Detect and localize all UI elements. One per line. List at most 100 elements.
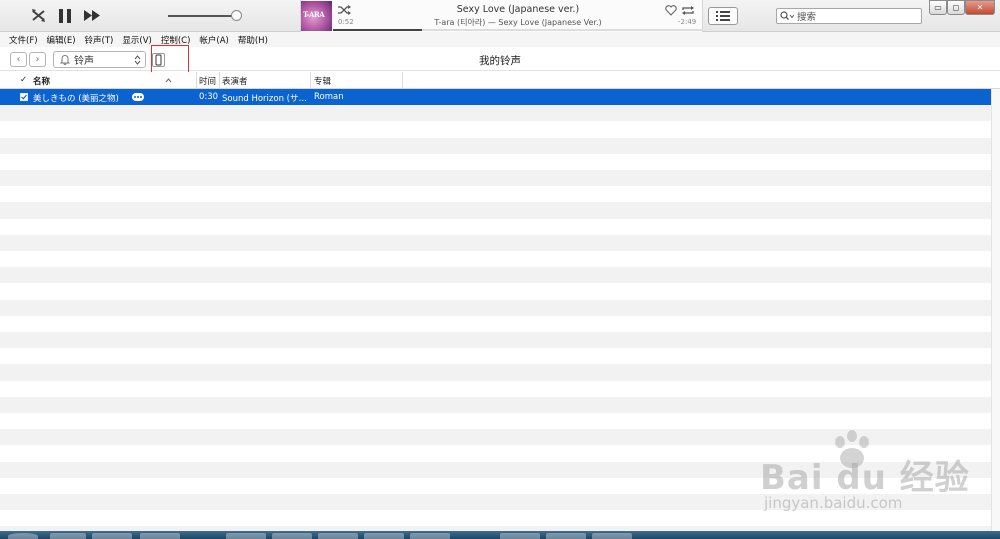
back-button[interactable]: ‹ xyxy=(10,52,27,67)
taskbar-app[interactable] xyxy=(592,533,632,539)
pause-icon xyxy=(58,8,71,23)
taskbar-app[interactable] xyxy=(50,533,86,539)
track-artist: Sound Horizon (サ… xyxy=(222,94,307,104)
elapsed-time: 0:52 xyxy=(338,18,354,26)
search-placeholder: 搜索 xyxy=(797,12,817,23)
column-time[interactable]: 时间 xyxy=(199,75,216,87)
menu-bar: 文件(F) 编辑(E) 铃声(T) 显示(V) 控制(C) 帐户(A) 帮助(H… xyxy=(0,32,1000,47)
empty-row xyxy=(0,396,991,413)
menu-view[interactable]: 显示(V) xyxy=(122,34,151,46)
taskbar-app[interactable] xyxy=(546,533,586,539)
empty-row xyxy=(0,105,991,122)
repeat-icon xyxy=(681,5,694,15)
track-time: 0:30 xyxy=(199,92,219,102)
empty-row xyxy=(0,137,991,154)
checkbox-checked-icon[interactable] xyxy=(20,93,28,101)
column-divider[interactable] xyxy=(402,72,403,88)
track-list[interactable] xyxy=(0,89,991,539)
media-kind-selector[interactable]: 铃声 xyxy=(53,51,146,68)
taskbar-app[interactable] xyxy=(92,533,132,539)
track-album: Roman xyxy=(314,92,344,102)
empty-row xyxy=(0,478,991,494)
column-divider[interactable] xyxy=(219,72,220,88)
empty-row xyxy=(0,348,991,364)
empty-row xyxy=(0,219,991,235)
more-options-icon[interactable] xyxy=(132,93,144,101)
column-divider[interactable] xyxy=(310,72,311,88)
empty-row xyxy=(0,429,991,446)
menu-help[interactable]: 帮助(H) xyxy=(238,34,268,46)
start-button[interactable] xyxy=(8,533,38,539)
sort-ascending-icon xyxy=(165,78,172,83)
menu-account[interactable]: 帐户(A) xyxy=(199,34,228,46)
fast-forward-icon xyxy=(83,10,100,21)
column-check[interactable]: ✓ xyxy=(20,75,27,85)
empty-row xyxy=(0,267,991,284)
empty-row xyxy=(0,234,991,251)
vertical-scrollbar[interactable] xyxy=(991,89,1000,531)
window-close-button[interactable]: ✕ xyxy=(965,0,995,15)
taskbar-app[interactable] xyxy=(226,533,266,539)
player-toolbar: T-ARA Sexy Love (Japanese ver.) T-ara (티… xyxy=(0,0,1000,32)
bell-icon xyxy=(60,55,70,65)
volume-knob[interactable] xyxy=(231,10,242,21)
love-button[interactable] xyxy=(664,4,677,16)
album-art-text: T-ARA xyxy=(303,10,325,19)
album-art[interactable]: T-ARA xyxy=(301,1,332,31)
window-maximize-button[interactable]: ◻ xyxy=(947,0,965,15)
empty-row xyxy=(0,445,991,461)
volume-slider[interactable] xyxy=(168,15,238,17)
empty-row xyxy=(0,283,991,299)
forward-button[interactable]: › xyxy=(29,52,46,67)
list-icon xyxy=(716,11,730,21)
search-icon xyxy=(780,11,794,20)
playback-progress-fill xyxy=(333,29,422,31)
up-next-list-button[interactable] xyxy=(708,7,738,25)
search-input[interactable]: 搜索 xyxy=(776,8,922,24)
menu-file[interactable]: 文件(F) xyxy=(9,34,38,46)
taskbar-app[interactable] xyxy=(364,533,404,539)
minimize-icon: ▭ xyxy=(934,3,942,12)
track-row-selected[interactable]: 美しきもの (美丽之物) 0:30 Sound Horizon (サ… Roma… xyxy=(0,89,991,105)
taskbar-app[interactable] xyxy=(140,533,180,539)
empty-row xyxy=(0,381,991,397)
page-title: 我的铃声 xyxy=(479,55,521,67)
repeat-button[interactable] xyxy=(680,4,695,16)
menu-edit[interactable]: 编辑(E) xyxy=(47,34,76,46)
menu-controls[interactable]: 控制(C) xyxy=(161,34,191,46)
empty-row xyxy=(0,170,991,187)
media-kind-label: 铃声 xyxy=(74,56,94,67)
next-track-button[interactable] xyxy=(82,8,102,23)
column-header: ✓ 名称 时间 表演者 专辑 xyxy=(0,72,1000,89)
updown-chevron-icon xyxy=(134,55,141,65)
maximize-icon: ◻ xyxy=(952,3,960,12)
column-artist[interactable]: 表演者 xyxy=(222,75,248,87)
taskbar-app[interactable] xyxy=(318,533,358,539)
shuffle-play-button[interactable] xyxy=(30,7,47,24)
window-minimize-button[interactable]: ▭ xyxy=(929,0,947,15)
empty-row xyxy=(0,364,991,381)
taskbar-app[interactable] xyxy=(272,533,312,539)
column-album[interactable]: 专辑 xyxy=(314,75,331,87)
chevron-left-icon: ‹ xyxy=(16,54,21,65)
empty-row xyxy=(0,461,991,478)
empty-row xyxy=(0,332,991,349)
empty-row xyxy=(0,202,991,219)
column-divider[interactable] xyxy=(196,72,197,88)
column-name[interactable]: 名称 xyxy=(33,75,50,87)
playback-progress[interactable] xyxy=(333,29,703,31)
empty-row xyxy=(0,251,991,267)
empty-row xyxy=(0,510,991,526)
song-artist-album: T-ara (티아라) — Sexy Love (Japanese Ver.) xyxy=(434,18,602,27)
menu-tones[interactable]: 铃声(T) xyxy=(85,34,114,46)
os-taskbar xyxy=(0,531,1000,539)
empty-row xyxy=(0,494,991,511)
empty-row xyxy=(0,186,991,202)
pause-button[interactable] xyxy=(56,6,73,25)
song-title: Sexy Love (Japanese ver.) xyxy=(456,4,580,15)
empty-row xyxy=(0,413,991,429)
taskbar-app[interactable] xyxy=(500,533,540,539)
chevron-right-icon: › xyxy=(35,54,40,65)
taskbar-app[interactable] xyxy=(410,533,450,539)
empty-row xyxy=(0,121,991,137)
